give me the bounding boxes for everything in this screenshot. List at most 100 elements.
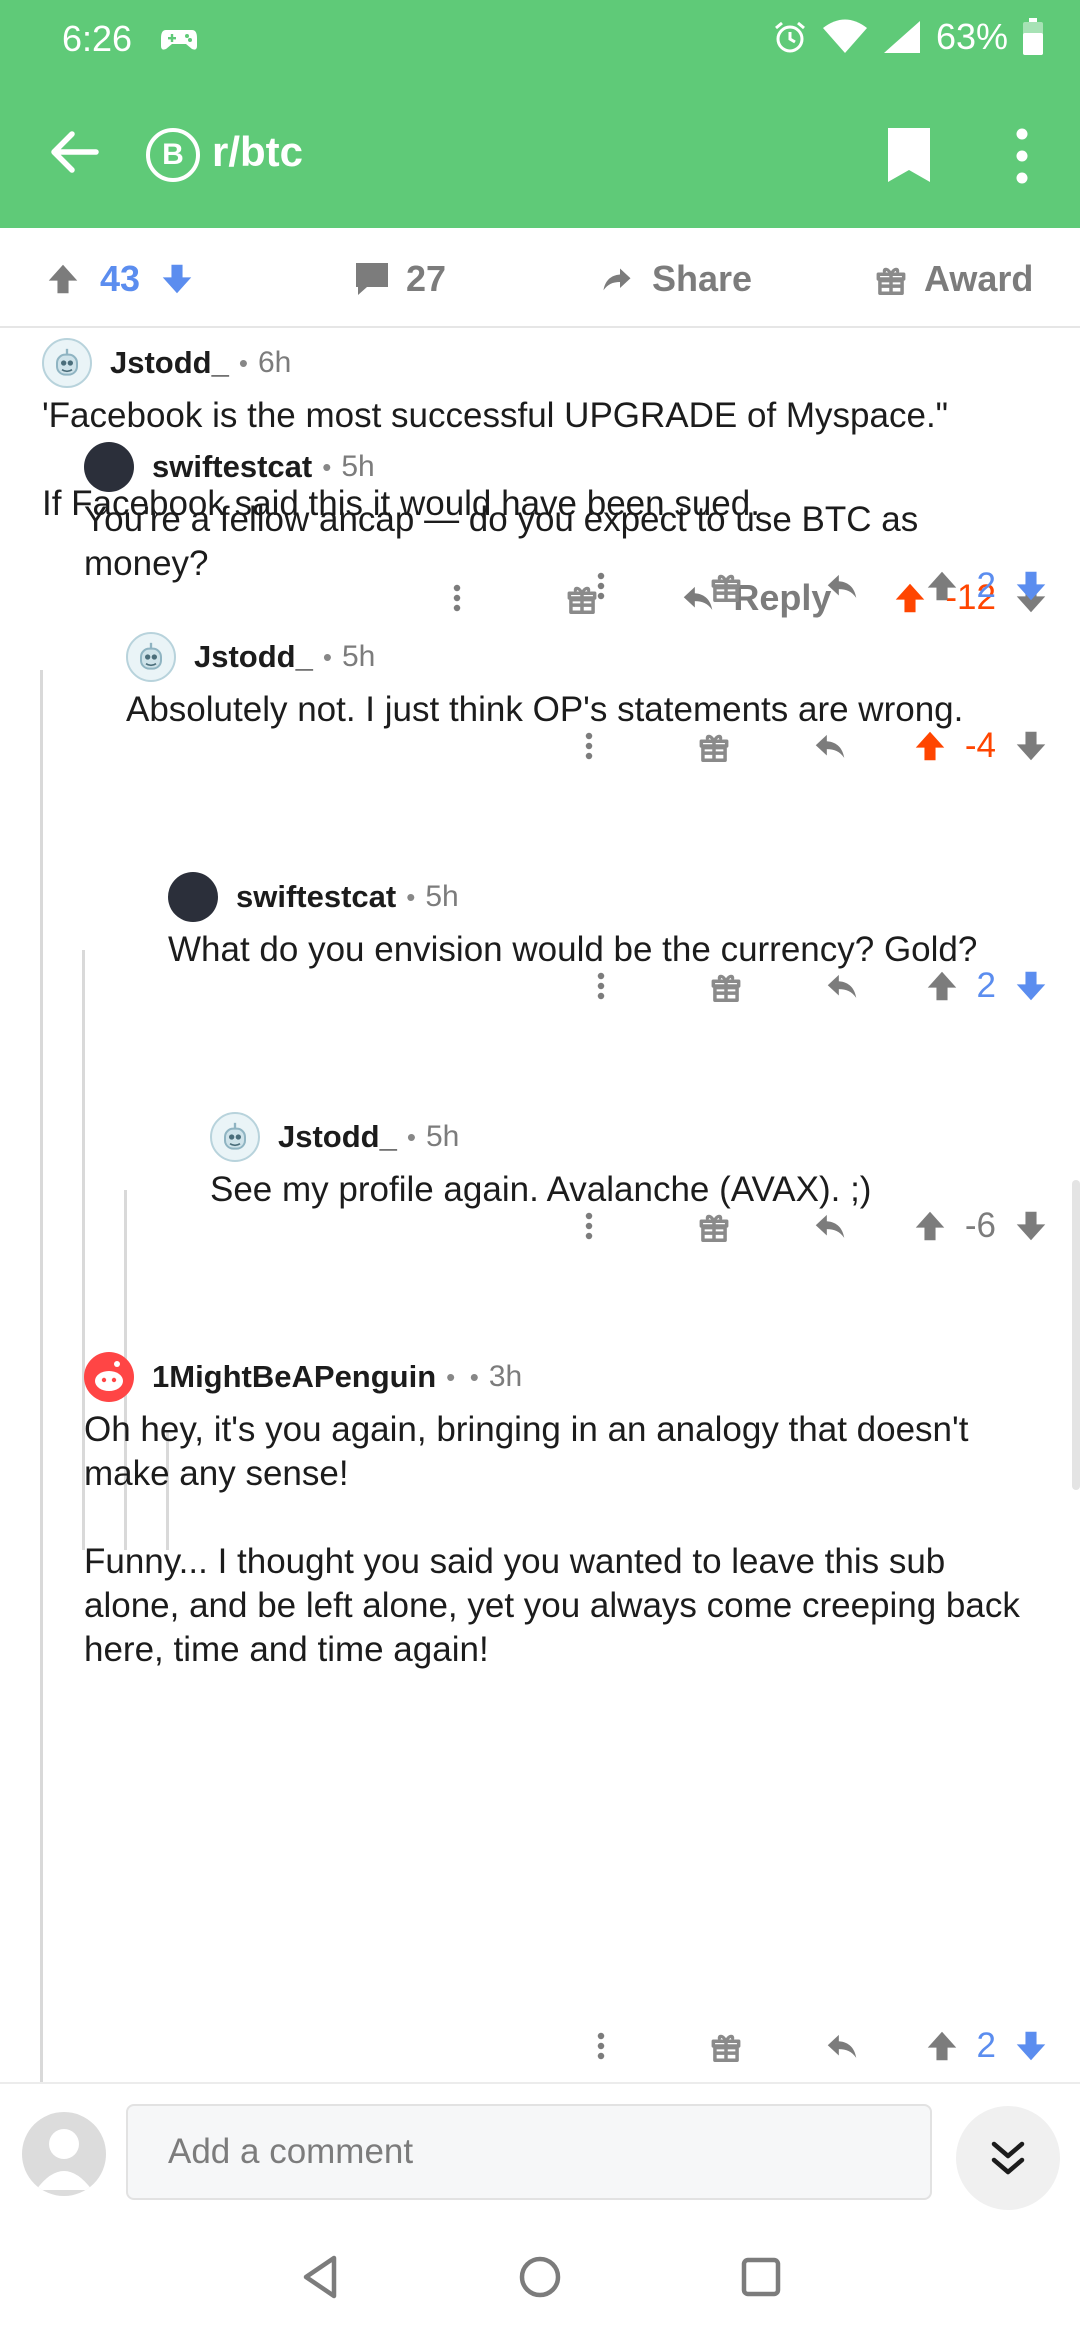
back-arrow-icon[interactable] [46,124,102,180]
award-button[interactable] [691,2027,761,2065]
gift-icon [707,567,745,605]
vote-group: 2 [923,2026,1050,2066]
comment-score: -4 [964,726,996,765]
comment-input[interactable]: Add a comment [126,2104,932,2200]
comment-actions: 2 [571,956,1050,1016]
reply-button[interactable] [821,967,863,1005]
award-button[interactable]: Award [872,258,1033,300]
comment-author[interactable]: 1MightBeAPenguin [152,1359,436,1395]
scrollbar[interactable] [1072,1180,1080,1490]
bookmark-icon[interactable] [884,126,934,184]
separator-dot: • • [446,1361,479,1392]
chevron-double-down-icon [991,2141,1025,2175]
comment-header: swiftestcat • 5h [84,442,1050,492]
downvote-icon[interactable] [1012,2027,1050,2065]
avatar[interactable] [210,1112,260,1162]
upvote-icon[interactable] [44,260,82,298]
upvote-icon[interactable] [923,2027,961,2065]
downvote-icon[interactable] [1012,1207,1050,1245]
comment-more-button[interactable] [571,969,631,1003]
avatar[interactable] [84,442,134,492]
nav-back-icon[interactable] [296,2252,346,2302]
comment-author[interactable]: Jstodd_ [194,639,313,675]
share-button[interactable]: Share [596,258,752,300]
comment: 1MightBeAPenguin • • 3h Oh hey, it's you… [84,1352,1050,1672]
comment-actions: -6 [559,1196,1050,1256]
more-vertical-icon [452,581,462,615]
comment-more-button[interactable] [427,581,487,615]
battery-percentage: 63% [935,16,1008,57]
downvote-icon[interactable] [158,260,196,298]
reply-button[interactable] [821,2027,863,2065]
comment-score: -6 [964,1206,996,1245]
upvote-icon[interactable] [923,967,961,1005]
comment-header: 1MightBeAPenguin • • 3h [84,1352,1050,1402]
comment-header: swiftestcat • 5h [168,872,1050,922]
signal-icon [883,21,920,53]
avatar[interactable] [42,338,92,388]
more-vertical-icon[interactable] [1010,126,1034,186]
upvote-icon[interactable] [911,727,949,765]
nav-home-icon[interactable] [515,2252,565,2302]
separator-dot: • [238,347,248,378]
app-header: B r/btc [0,80,1080,228]
wifi-icon [822,19,867,53]
reply-icon [821,2027,863,2065]
comment-score: 2 [976,566,996,605]
avatar[interactable] [84,1352,134,1402]
downvote-icon[interactable] [1012,567,1050,605]
award-button[interactable] [691,567,761,605]
system-nav-bar [0,2212,1080,2340]
more-vertical-icon [584,1209,594,1243]
comment-more-button[interactable] [571,569,631,603]
award-button[interactable] [691,967,761,1005]
collapse-threads-button[interactable] [956,2106,1060,2210]
avatar[interactable] [22,2112,106,2196]
comment-actions: -4 [559,716,1050,776]
comment-time: 5h [341,640,376,673]
subreddit-name[interactable]: r/btc [212,128,303,176]
robot-avatar-icon [47,343,87,383]
comment-icon [356,263,388,295]
gift-icon [707,2027,745,2065]
vote-group: -4 [911,726,1050,766]
nav-recents-icon[interactable] [736,2252,786,2302]
comment-time: 3h [488,1360,523,1393]
comment-list: Jstodd_ • 6h 'Facebook is the most succe… [0,330,1080,2082]
comment-more-button[interactable] [559,729,619,763]
comments-count-button[interactable]: 27 [352,258,446,300]
comment-author[interactable]: Jstodd_ [110,345,229,381]
comments-count: 27 [406,258,447,299]
more-vertical-icon [596,569,606,603]
thread-line [40,670,43,2082]
snoo-avatar-icon [95,1361,123,1391]
reply-icon [821,967,863,1005]
avatar[interactable] [126,632,176,682]
comment-author[interactable]: Jstodd_ [278,1119,397,1155]
alarm-icon [774,21,805,53]
status-time: 6:26 [62,18,133,59]
upvote-icon[interactable] [923,567,961,605]
status-bar: 6:26 63% [0,0,1080,80]
comment-more-button[interactable] [559,1209,619,1243]
comment-time: 6h [257,346,292,379]
comment-more-button[interactable] [571,2029,631,2063]
comment-score: 2 [976,2026,996,2065]
avatar[interactable] [168,872,218,922]
award-button[interactable] [679,727,749,765]
award-button[interactable] [679,1207,749,1245]
comment-header: Jstodd_ • 5h [126,632,1050,682]
downvote-icon[interactable] [1012,727,1050,765]
comment-score: 2 [976,966,996,1005]
reply-button[interactable] [809,727,851,765]
reply-button[interactable] [809,1207,851,1245]
comment-author[interactable]: swiftestcat [236,879,396,915]
comment-author[interactable]: swiftestcat [152,449,312,485]
downvote-icon[interactable] [1012,967,1050,1005]
upvote-icon[interactable] [911,1207,949,1245]
reply-button[interactable] [821,567,863,605]
comment-composer: Add a comment [0,2082,1080,2212]
award-label: Award [924,258,1034,299]
vote-group: -6 [911,1206,1050,1246]
reply-icon [809,727,851,765]
